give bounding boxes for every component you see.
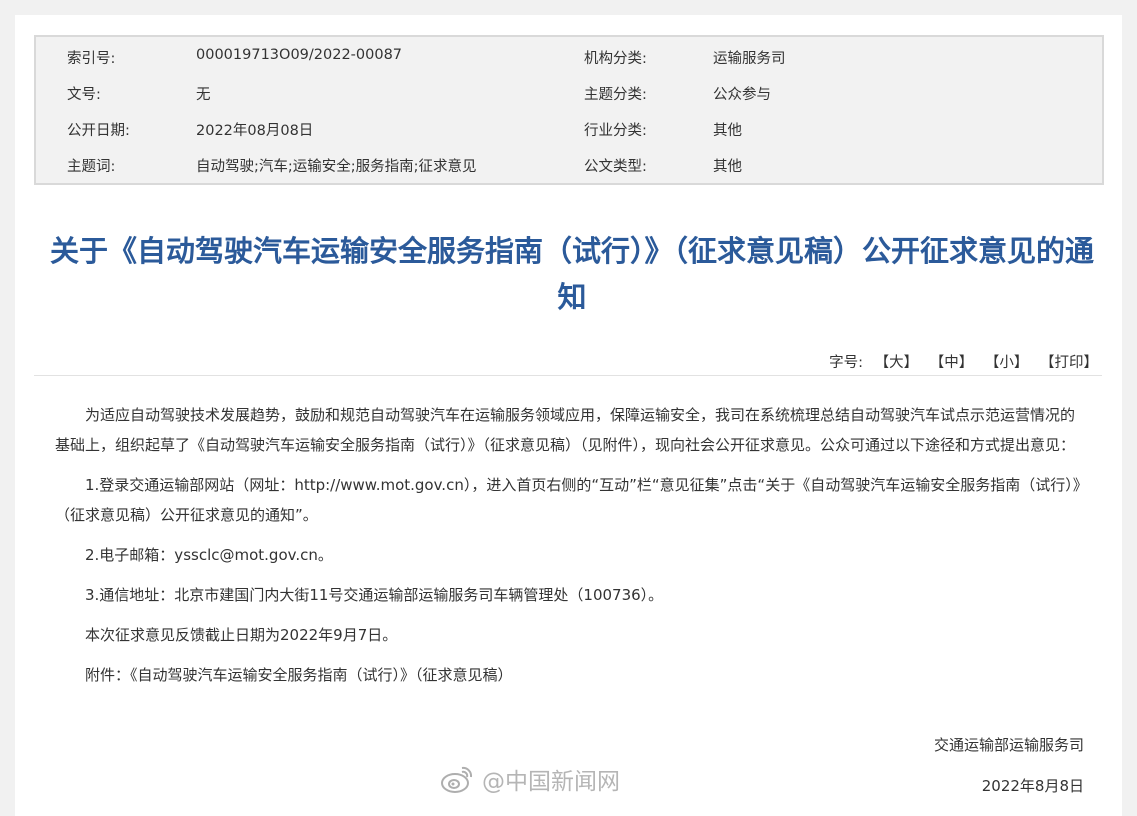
document-type-value: 其他 <box>713 159 742 175</box>
print-button[interactable]: 【打印】 <box>1040 355 1098 371</box>
organization-value: 运输服务司 <box>713 51 786 67</box>
font-size-large-button[interactable]: 【大】 <box>875 355 919 371</box>
font-size-toolbar: 字号: 【大】 【中】 【小】 【打印】 <box>829 351 1098 372</box>
topic-category-value: 公众参与 <box>713 87 771 103</box>
page-title: 关于《自动驾驶汽车运输安全服务指南（试行）》（征求意见稿）公开征求意见的通知 <box>49 234 1094 314</box>
list-item: 3.通信地址：北京市建国门内大街11号交通运输部运输服务司车辆管理处（10073… <box>85 586 664 604</box>
index-number-label: 索引号: <box>67 51 116 67</box>
index-number-value: 000019713O09/2022-00087 <box>196 47 403 63</box>
metadata-row: 索引号: 000019713O09/2022-00087 机构分类: 运输服务司 <box>36 37 1102 73</box>
keywords-value: 自动驾驶;汽车;运输安全;服务指南;征求意见 <box>196 159 477 175</box>
publish-date-value: 2022年08月08日 <box>196 123 314 139</box>
divider <box>34 375 1102 376</box>
deadline-paragraph: 本次征求意见反馈截止日期为2022年9月7日。 <box>85 626 398 644</box>
watermark-text: @中国新闻网 <box>482 769 620 795</box>
article-body: 为适应自动驾驶技术发展趋势，鼓励和规范自动驾驶汽车在运输服务领域应用，保障运输安… <box>55 400 1085 690</box>
signature-date: 2022年8月8日 <box>981 777 1084 795</box>
page-container: 索引号: 000019713O09/2022-00087 机构分类: 运输服务司… <box>15 15 1122 816</box>
font-size-medium-button[interactable]: 【中】 <box>930 355 974 371</box>
intro-paragraph: 为适应自动驾驶技术发展趋势，鼓励和规范自动驾驶汽车在运输服务领域应用，保障运输安… <box>55 406 1076 454</box>
document-type-label: 公文类型: <box>584 159 647 175</box>
list-item: 1.登录交通运输部网站（网址：http://www.mot.gov.cn），进入… <box>55 476 1081 524</box>
attachment-link[interactable]: 附件：《自动驾驶汽车运输安全服务指南（试行）》（征求意见稿） <box>55 660 1085 690</box>
organization-label: 机构分类: <box>584 51 647 67</box>
metadata-row: 文号: 无 主题分类: 公众参与 <box>36 73 1102 109</box>
document-number-label: 文号: <box>67 87 101 103</box>
document-number-value: 无 <box>196 87 211 103</box>
metadata-table: 索引号: 000019713O09/2022-00087 机构分类: 运输服务司… <box>34 35 1104 185</box>
topic-category-label: 主题分类: <box>584 87 647 103</box>
metadata-row: 主题词: 自动驾驶;汽车;运输安全;服务指南;征求意见 公文类型: 其他 <box>36 145 1102 181</box>
font-size-label: 字号: <box>829 355 864 371</box>
watermark: @中国新闻网 <box>440 757 670 801</box>
list-item: 2.电子邮箱：yssclc@mot.gov.cn。 <box>85 546 333 564</box>
metadata-row: 公开日期: 2022年08月08日 行业分类: 其他 <box>36 109 1102 145</box>
font-size-small-button[interactable]: 【小】 <box>985 355 1029 371</box>
weibo-icon <box>441 766 473 793</box>
industry-category-value: 其他 <box>713 123 742 139</box>
industry-category-label: 行业分类: <box>584 123 647 139</box>
keywords-label: 主题词: <box>67 159 116 175</box>
signature-organization: 交通运输部运输服务司 <box>933 736 1084 754</box>
publish-date-label: 公开日期: <box>67 123 130 139</box>
